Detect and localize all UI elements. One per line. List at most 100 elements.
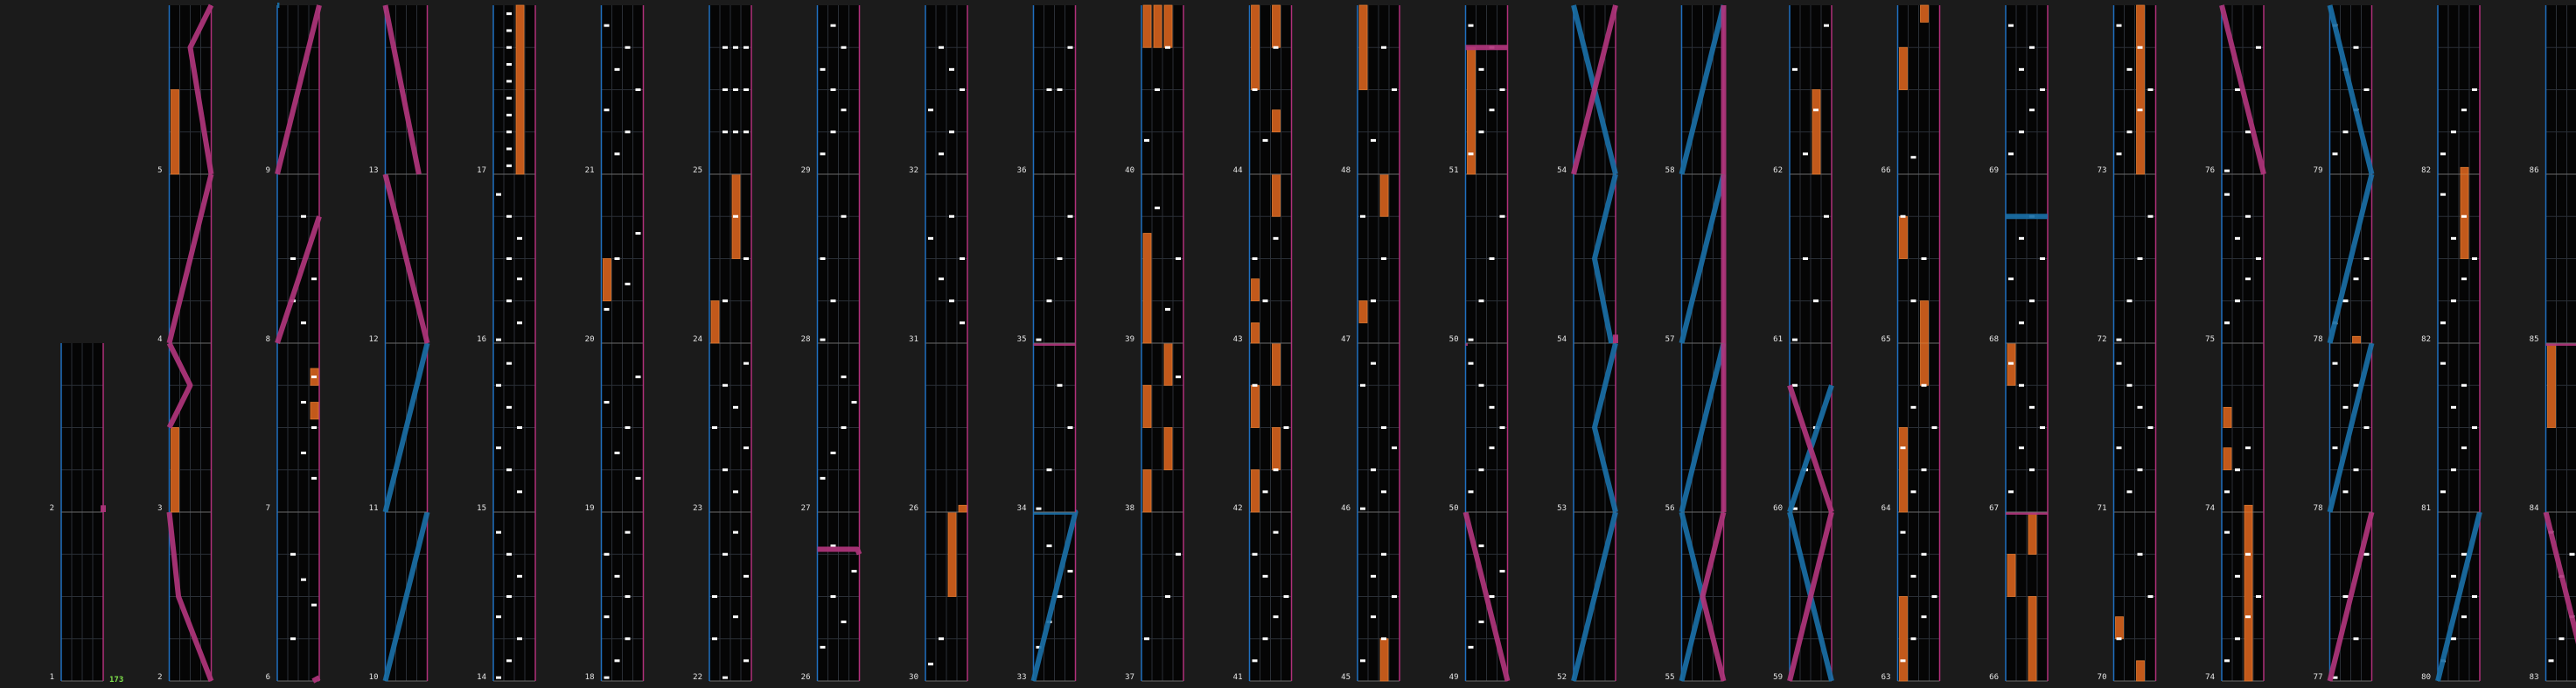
tap-note[interactable] [1283, 595, 1289, 598]
tap-note[interactable] [2440, 362, 2446, 365]
tap-note[interactable] [733, 490, 738, 494]
tap-note[interactable] [1144, 138, 1149, 142]
tap-note[interactable] [1283, 426, 1289, 429]
tap-note[interactable] [1931, 595, 1937, 598]
tap-note[interactable] [1803, 152, 1808, 156]
tap-note[interactable] [2353, 277, 2359, 281]
tap-note[interactable] [1499, 214, 1505, 218]
tap-note[interactable] [2461, 446, 2467, 450]
hold-note[interactable] [1358, 300, 1368, 324]
tap-note[interactable] [311, 277, 317, 281]
tap-note[interactable] [625, 46, 631, 49]
tap-note[interactable] [1824, 214, 1829, 218]
tap-note[interactable] [723, 383, 728, 387]
tap-note[interactable] [2332, 446, 2338, 450]
tap-note[interactable] [2342, 490, 2349, 494]
tap-note[interactable] [841, 426, 847, 429]
tap-note[interactable] [2224, 193, 2230, 196]
tap-note[interactable] [2029, 46, 2035, 49]
tap-note[interactable] [506, 257, 512, 260]
tap-note[interactable] [2235, 574, 2240, 578]
tap-note[interactable] [939, 46, 944, 49]
tap-note[interactable] [2008, 362, 2014, 365]
tap-note[interactable] [733, 214, 738, 218]
tap-note[interactable] [1046, 468, 1052, 472]
tap-note[interactable] [604, 552, 610, 556]
tap-note[interactable] [1489, 257, 1495, 260]
tap-note[interactable] [2029, 405, 2035, 409]
tap-note[interactable] [2116, 152, 2122, 156]
tap-note[interactable] [1381, 46, 1386, 49]
tap-note[interactable] [2116, 24, 2122, 27]
tap-note[interactable] [2019, 236, 2024, 240]
tap-note[interactable] [614, 152, 620, 156]
tap-note[interactable] [712, 637, 717, 641]
tap-note[interactable] [723, 88, 728, 91]
tap-note[interactable] [1489, 109, 1495, 112]
tap-note[interactable] [2137, 257, 2143, 260]
hold-note[interactable] [2028, 511, 2037, 555]
tap-note[interactable] [496, 193, 501, 196]
hold-note[interactable] [1163, 427, 1173, 471]
tap-note[interactable] [2019, 130, 2024, 134]
tap-note[interactable] [635, 476, 641, 480]
tap-note[interactable] [723, 299, 728, 303]
tap-note[interactable] [1792, 383, 1798, 387]
tap-note[interactable] [2472, 595, 2477, 598]
tap-note[interactable] [1165, 46, 1170, 49]
tap-note[interactable] [1468, 338, 1474, 341]
tap-note[interactable] [2224, 321, 2230, 325]
tap-note[interactable] [733, 405, 738, 409]
tap-note[interactable] [506, 12, 512, 16]
hold-note[interactable] [2547, 342, 2556, 428]
tap-note[interactable] [723, 552, 728, 556]
tap-note[interactable] [1046, 299, 1052, 303]
tap-note[interactable] [2559, 637, 2565, 641]
tap-note[interactable] [1900, 446, 1906, 450]
tap-note[interactable] [604, 24, 610, 27]
tap-note[interactable] [2040, 426, 2045, 429]
tap-note[interactable] [2126, 383, 2133, 387]
tap-note[interactable] [841, 214, 847, 218]
tap-note[interactable] [2256, 595, 2261, 598]
tap-note[interactable] [1910, 574, 1916, 578]
tap-note[interactable] [1176, 257, 1181, 260]
tap-note[interactable] [635, 232, 641, 235]
tap-note[interactable] [723, 676, 728, 679]
tap-note[interactable] [2147, 595, 2154, 598]
tap-note[interactable] [2235, 88, 2240, 91]
tap-note[interactable] [625, 426, 631, 429]
tap-note[interactable] [830, 88, 836, 91]
tap-note[interactable] [1931, 426, 1937, 429]
hold-note[interactable] [1358, 4, 1368, 90]
tap-note[interactable] [1360, 507, 1365, 510]
tap-note[interactable] [2019, 446, 2024, 450]
tap-note[interactable] [841, 376, 847, 379]
tap-note[interactable] [517, 574, 522, 578]
hold-note[interactable] [1251, 278, 1260, 302]
tap-note[interactable] [1792, 338, 1798, 341]
tap-note[interactable] [949, 299, 954, 303]
tap-note[interactable] [625, 130, 631, 134]
tap-note[interactable] [830, 451, 836, 454]
chart-editor-view[interactable]: 1223456789101112131415161718192021222324… [0, 0, 2576, 688]
tap-note[interactable] [2235, 299, 2240, 303]
tap-note[interactable] [625, 637, 631, 641]
tap-note[interactable] [820, 67, 826, 71]
tap-note[interactable] [496, 615, 501, 619]
tap-note[interactable] [712, 426, 717, 429]
tap-note[interactable] [290, 552, 296, 556]
tap-note[interactable] [2116, 446, 2122, 450]
tap-note[interactable] [2116, 338, 2122, 341]
tap-note[interactable] [2235, 637, 2240, 641]
hold-note[interactable] [1142, 469, 1152, 513]
tap-note[interactable] [604, 307, 610, 311]
tap-note[interactable] [1468, 362, 1474, 365]
tap-note[interactable] [2332, 152, 2338, 156]
tap-note[interactable] [1262, 637, 1268, 641]
tap-note[interactable] [506, 214, 512, 218]
tap-note[interactable] [2137, 405, 2143, 409]
tap-note[interactable] [1813, 299, 1819, 303]
tap-note[interactable] [1371, 574, 1376, 578]
tap-note[interactable] [1360, 214, 1365, 218]
